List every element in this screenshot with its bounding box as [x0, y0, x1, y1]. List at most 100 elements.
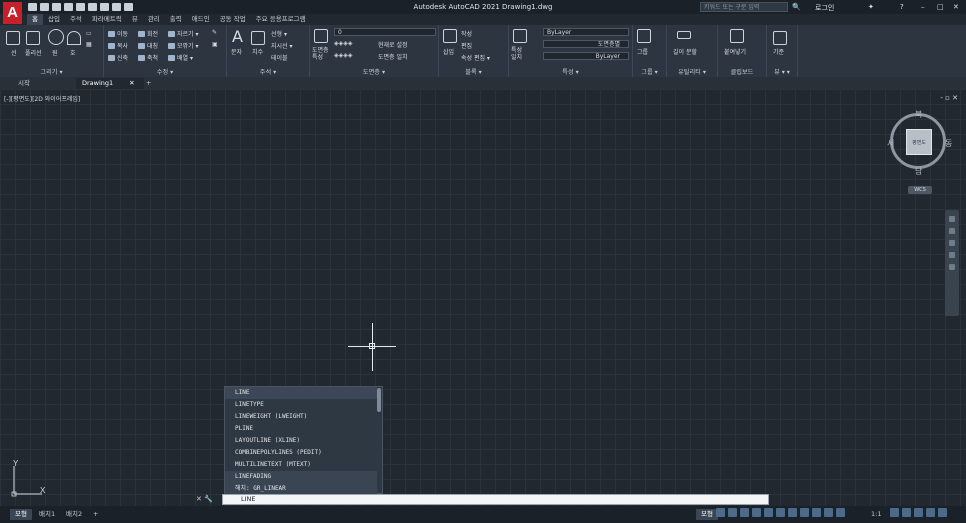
text-icon[interactable]: A: [232, 27, 243, 46]
line-icon[interactable]: [6, 31, 20, 45]
annotation-autoscale-icon[interactable]: [836, 508, 845, 517]
polar-icon[interactable]: [752, 508, 761, 517]
workspace-gear-icon[interactable]: [890, 508, 899, 517]
suggestion-lineweight[interactable]: LINEWEIGHT (LWEIGHT): [225, 411, 377, 423]
isolate-objects-icon[interactable]: [914, 508, 923, 517]
color-dropdown[interactable]: ByLayer: [543, 28, 629, 36]
viewcube-top-face[interactable]: 평면도: [906, 129, 932, 155]
tab-collaborate[interactable]: 공동 작업: [215, 14, 251, 25]
copy-button[interactable]: 복사: [108, 41, 128, 50]
osnap-icon[interactable]: [764, 508, 773, 517]
customization-menu-icon[interactable]: [938, 508, 947, 517]
measure-icon[interactable]: [677, 31, 691, 39]
array-button[interactable]: 배열 ▾: [168, 53, 193, 62]
layout-tab-layout1[interactable]: 배치1: [34, 509, 60, 520]
erase-icon[interactable]: ✎: [212, 29, 217, 36]
panel-clipboard-title[interactable]: 클립보드: [718, 67, 766, 76]
stretch-button[interactable]: 신축: [108, 53, 128, 62]
linear-dim-button[interactable]: 선형 ▾: [271, 29, 287, 38]
panel-draw-title[interactable]: 그리기 ▾: [0, 67, 103, 76]
edit-block-button[interactable]: 편집: [461, 41, 472, 50]
match-layer-button[interactable]: 도면층 일치: [378, 52, 408, 61]
rotate-button[interactable]: 회전: [138, 29, 158, 38]
autocomplete-scrollbar[interactable]: [377, 388, 381, 412]
fillet-button[interactable]: 모깎기 ▾: [168, 41, 198, 50]
suggestion-pline[interactable]: PLINE: [225, 423, 377, 435]
scale-button[interactable]: 축척: [138, 53, 158, 62]
leader-button[interactable]: 지시선 ▾: [271, 41, 292, 50]
edit-attribute-button[interactable]: 속성 편집 ▾: [461, 53, 490, 62]
add-layout-button[interactable]: +: [88, 509, 103, 520]
arc-icon[interactable]: [67, 31, 81, 45]
annotation-visibility-icon[interactable]: [824, 508, 833, 517]
suggestion-linetype[interactable]: LINETYPE: [225, 399, 377, 411]
layer-dropdown[interactable]: 0: [334, 28, 436, 36]
login-link[interactable]: 로그인: [815, 3, 834, 13]
tab-output[interactable]: 출력: [165, 14, 187, 25]
maximize-button[interactable]: □: [937, 3, 944, 11]
arc-button[interactable]: 호: [70, 48, 76, 57]
measure-button[interactable]: 길이 분할: [673, 47, 697, 56]
snap-icon[interactable]: [728, 508, 737, 517]
group-icon[interactable]: [637, 29, 651, 43]
command-line-input[interactable]: LINE: [222, 494, 769, 505]
close-tab-icon[interactable]: ✕: [129, 79, 134, 87]
polyline-button[interactable]: 폴리선: [25, 48, 42, 57]
panel-annotation-title[interactable]: 주석 ▾: [227, 67, 309, 76]
insert-block-icon[interactable]: [443, 29, 457, 43]
zoom-icon[interactable]: [949, 240, 955, 246]
tab-manage[interactable]: 관리: [143, 14, 165, 25]
layout-tab-model[interactable]: 모형: [10, 509, 32, 520]
showmotion-icon[interactable]: [949, 264, 955, 270]
hatch-icon[interactable]: ▦: [86, 41, 92, 48]
line-button[interactable]: 선: [11, 48, 17, 57]
command-line-close-icon[interactable]: ✕ 🔧: [196, 495, 213, 503]
layout-tab-layout2[interactable]: 배치2: [61, 509, 87, 520]
polyline-icon[interactable]: [26, 31, 40, 45]
orbit-icon[interactable]: [949, 252, 955, 258]
cart-icon[interactable]: ✦: [868, 3, 874, 11]
tab-parametric[interactable]: 파라메트릭: [87, 14, 127, 25]
dimension-icon[interactable]: [251, 31, 265, 45]
tab-featured-apps[interactable]: 주요 응용프로그램: [251, 14, 311, 25]
create-block-button[interactable]: 작성: [461, 29, 472, 38]
search-input[interactable]: 키워드 또는 구문 입력: [700, 2, 788, 12]
compass-north[interactable]: 북: [915, 109, 922, 120]
lineweight-dropdown[interactable]: 도면층별: [543, 40, 629, 48]
panel-modify-title[interactable]: 수정 ▾: [104, 67, 226, 76]
tab-start[interactable]: 시작: [12, 78, 68, 89]
layer-tools2-icon[interactable]: ◈◈◈◈: [334, 52, 352, 59]
match-properties-button[interactable]: 특성 일치: [511, 47, 529, 61]
suggestion-layoutline[interactable]: LAYOUTLINE (XLINE): [225, 435, 377, 447]
layer-properties-button[interactable]: 도면층 특성: [312, 47, 332, 61]
viewcube[interactable]: 평면도 북 남 동 서: [887, 110, 952, 176]
panel-properties-title[interactable]: 특성 ▾: [509, 67, 632, 76]
panel-utilities-title[interactable]: 유틸리티 ▾: [667, 67, 717, 76]
paste-icon[interactable]: [730, 29, 744, 43]
panel-view-title[interactable]: 뷰 ▾ ▾: [767, 67, 797, 76]
tab-insert[interactable]: 삽입: [43, 14, 65, 25]
tab-annotate[interactable]: 주석: [65, 14, 87, 25]
minimize-button[interactable]: –: [921, 3, 925, 11]
layer-tools-icon[interactable]: ◈◈◈◈: [334, 40, 352, 47]
wcs-menu[interactable]: WCS: [908, 186, 932, 194]
group-button[interactable]: 그룹: [637, 47, 648, 56]
ortho-icon[interactable]: [740, 508, 749, 517]
explode-icon[interactable]: ▣: [212, 41, 218, 48]
panel-groups-title[interactable]: 그룹 ▾: [633, 67, 666, 76]
suggestion-line[interactable]: LINE: [225, 387, 377, 399]
paste-button[interactable]: 붙여넣기: [724, 47, 746, 56]
compass-west[interactable]: 서: [887, 138, 894, 149]
navigation-bar[interactable]: [945, 210, 959, 316]
otrack-icon[interactable]: [776, 508, 785, 517]
pan-icon[interactable]: [949, 228, 955, 234]
move-button[interactable]: 이동: [108, 29, 128, 38]
full-navigation-wheel-icon[interactable]: [949, 216, 955, 222]
base-view-icon[interactable]: [773, 31, 787, 45]
search-icon[interactable]: 🔍: [792, 3, 801, 11]
close-button[interactable]: ✕: [953, 3, 959, 11]
layer-properties-icon[interactable]: [314, 29, 328, 43]
tab-view[interactable]: 뷰: [127, 14, 143, 25]
transparency-icon[interactable]: [800, 508, 809, 517]
clean-screen-icon[interactable]: [926, 508, 935, 517]
